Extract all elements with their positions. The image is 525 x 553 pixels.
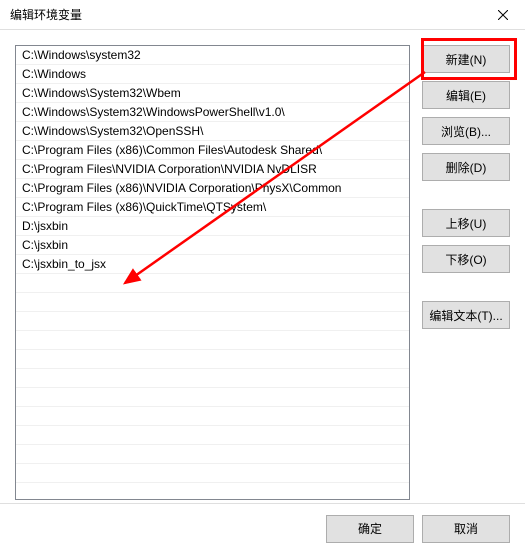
list-item[interactable]: [16, 369, 409, 388]
browse-button[interactable]: 浏览(B)...: [422, 117, 510, 145]
list-item[interactable]: C:\Program Files (x86)\NVIDIA Corporatio…: [16, 179, 409, 198]
list-item[interactable]: [16, 331, 409, 350]
list-item[interactable]: C:\Program Files (x86)\QuickTime\QTSyste…: [16, 198, 409, 217]
list-item[interactable]: D:\jsxbin: [16, 217, 409, 236]
move-up-button[interactable]: 上移(U): [422, 209, 510, 237]
list-item[interactable]: C:\Windows\System32\OpenSSH\: [16, 122, 409, 141]
move-down-button[interactable]: 下移(O): [422, 245, 510, 273]
delete-button[interactable]: 删除(D): [422, 153, 510, 181]
edit-button[interactable]: 编辑(E): [422, 81, 510, 109]
list-item[interactable]: [16, 445, 409, 464]
ok-button[interactable]: 确定: [326, 515, 414, 543]
path-list[interactable]: C:\Windows\system32 C:\Windows C:\Window…: [15, 45, 410, 500]
window-title: 编辑环境变量: [10, 6, 82, 23]
new-button[interactable]: 新建(N): [422, 45, 510, 73]
buttons-column: 新建(N) 编辑(E) 浏览(B)... 删除(D) 上移(U) 下移(O) 编…: [422, 45, 510, 500]
list-item[interactable]: [16, 407, 409, 426]
list-item[interactable]: [16, 312, 409, 331]
list-item[interactable]: C:\jsxbin: [16, 236, 409, 255]
list-item[interactable]: C:\Windows\System32\Wbem: [16, 84, 409, 103]
close-icon: [498, 10, 508, 20]
close-button[interactable]: [480, 0, 525, 30]
dialog-footer: 确定 取消: [0, 503, 525, 553]
list-item[interactable]: C:\Windows\System32\WindowsPowerShell\v1…: [16, 103, 409, 122]
list-item[interactable]: C:\Program Files (x86)\Common Files\Auto…: [16, 141, 409, 160]
list-item[interactable]: [16, 293, 409, 312]
dialog-body: C:\Windows\system32 C:\Windows C:\Window…: [0, 30, 525, 503]
list-item[interactable]: C:\Windows: [16, 65, 409, 84]
list-item[interactable]: [16, 274, 409, 293]
edit-text-button[interactable]: 编辑文本(T)...: [422, 301, 510, 329]
list-item[interactable]: C:\Windows\system32: [16, 46, 409, 65]
list-item[interactable]: [16, 388, 409, 407]
list-item[interactable]: [16, 483, 409, 500]
list-item[interactable]: C:\Program Files\NVIDIA Corporation\NVID…: [16, 160, 409, 179]
list-item[interactable]: [16, 464, 409, 483]
titlebar: 编辑环境变量: [0, 0, 525, 30]
list-item[interactable]: C:\jsxbin_to_jsx: [16, 255, 409, 274]
cancel-button[interactable]: 取消: [422, 515, 510, 543]
list-item[interactable]: [16, 350, 409, 369]
list-item[interactable]: [16, 426, 409, 445]
